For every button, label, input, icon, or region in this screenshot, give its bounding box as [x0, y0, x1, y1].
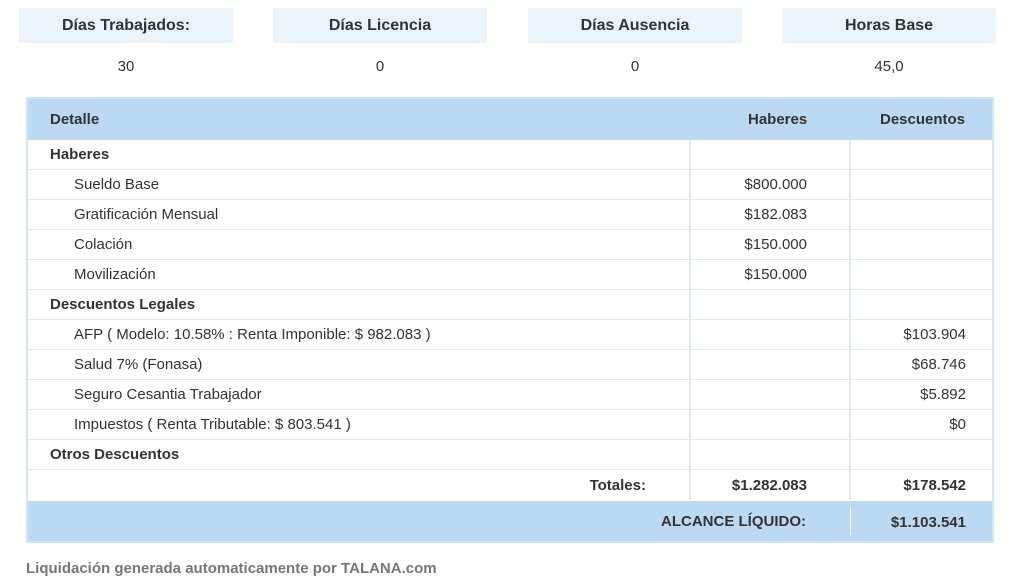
total-haberes: $1.282.083	[689, 470, 849, 500]
summary-value: 30	[117, 57, 135, 75]
summary-label: Días Ausencia	[528, 8, 742, 43]
detalle-cell: Gratificación Mensual	[74, 206, 219, 223]
header-detalle: Detalle	[50, 111, 100, 128]
haber-cell: $150.000	[689, 230, 849, 259]
summary-label: Días Trabajados:	[19, 8, 233, 43]
descuento-cell	[849, 200, 992, 229]
detalle-cell: Colación	[74, 236, 133, 253]
liquidacion-table: Detalle Haberes Descuentos Haberes Sueld…	[26, 97, 994, 543]
header-haberes: Haberes	[748, 111, 808, 128]
total-descuentos: $178.542	[849, 470, 992, 500]
haber-cell	[689, 440, 849, 469]
detalle-cell: Impuestos ( Renta Tributable: $ 803.541 …	[74, 416, 351, 433]
haber-cell: $182.083	[689, 200, 849, 229]
descuento-cell	[849, 440, 992, 469]
alcance-liquido-value: $1.103.541	[890, 514, 966, 531]
detalle-cell: AFP ( Modelo: 10.58% : Renta Imponible: …	[74, 326, 431, 343]
section-title: Haberes	[50, 146, 110, 163]
haber-cell: $150.000	[689, 260, 849, 289]
table-row: Movilización $150.000	[28, 260, 992, 290]
haber-cell	[689, 350, 849, 379]
table-body: Haberes Sueldo Base $800.000 Gratificaci…	[28, 140, 992, 500]
descuento-cell	[849, 170, 992, 199]
totals-label: Totales:	[589, 477, 646, 494]
summary-dias-trabajados: Días Trabajados: 30	[19, 8, 233, 81]
detalle-cell: Salud 7% (Fonasa)	[74, 356, 203, 373]
summary-label: Días Licencia	[273, 8, 487, 43]
detalle-cell: Movilización	[74, 266, 156, 283]
table-header: Detalle Haberes Descuentos	[28, 99, 992, 140]
haber-cell: $800.000	[689, 170, 849, 199]
section-row-haberes: Haberes	[28, 140, 992, 170]
alcance-liquido-label: ALCANCE LÍQUIDO:	[661, 513, 806, 530]
summary-bar: Días Trabajados: 30 Días Licencia 0 Días…	[0, 0, 1018, 95]
table-row: Seguro Cesantia Trabajador $5.892	[28, 380, 992, 410]
section-row-descuentos-legales: Descuentos Legales	[28, 290, 992, 320]
header-descuentos: Descuentos	[880, 111, 966, 128]
descuento-cell	[849, 140, 992, 169]
descuento-cell	[849, 260, 992, 289]
footer-note: Liquidación generada automaticamente por…	[26, 560, 437, 577]
summary-value: 0	[375, 57, 385, 75]
descuento-cell: $5.892	[849, 380, 992, 409]
table-row: Salud 7% (Fonasa) $68.746	[28, 350, 992, 380]
alcance-liquido-row: ALCANCE LÍQUIDO: $1.103.541	[28, 501, 992, 541]
table-row: Impuestos ( Renta Tributable: $ 803.541 …	[28, 410, 992, 440]
haber-cell	[689, 380, 849, 409]
table-row: Sueldo Base $800.000	[28, 170, 992, 200]
descuento-cell	[849, 290, 992, 319]
section-title: Descuentos Legales	[50, 296, 196, 313]
haber-cell	[689, 320, 849, 349]
descuento-cell	[849, 230, 992, 259]
table-row: Colación $150.000	[28, 230, 992, 260]
summary-value: 0	[630, 57, 640, 75]
detalle-cell: Seguro Cesantia Trabajador	[74, 386, 262, 403]
haber-cell	[689, 290, 849, 319]
summary-dias-ausencia: Días Ausencia 0	[528, 8, 742, 81]
table-row: AFP ( Modelo: 10.58% : Renta Imponible: …	[28, 320, 992, 350]
descuento-cell: $0	[849, 410, 992, 439]
summary-dias-licencia: Días Licencia 0	[273, 8, 487, 81]
column-divider	[850, 507, 851, 535]
summary-label: Horas Base	[782, 8, 996, 43]
descuento-cell: $103.904	[849, 320, 992, 349]
summary-horas-base: Horas Base 45,0	[782, 8, 996, 81]
haber-cell	[689, 140, 849, 169]
detalle-cell: Sueldo Base	[74, 176, 160, 193]
summary-value: 45,0	[874, 57, 904, 75]
descuento-cell: $68.746	[849, 350, 992, 379]
haber-cell	[689, 410, 849, 439]
totals-row: Totales: $1.282.083 $178.542	[28, 470, 992, 500]
section-row-otros-descuentos: Otros Descuentos	[28, 440, 992, 470]
table-row: Gratificación Mensual $182.083	[28, 200, 992, 230]
section-title: Otros Descuentos	[50, 446, 180, 463]
